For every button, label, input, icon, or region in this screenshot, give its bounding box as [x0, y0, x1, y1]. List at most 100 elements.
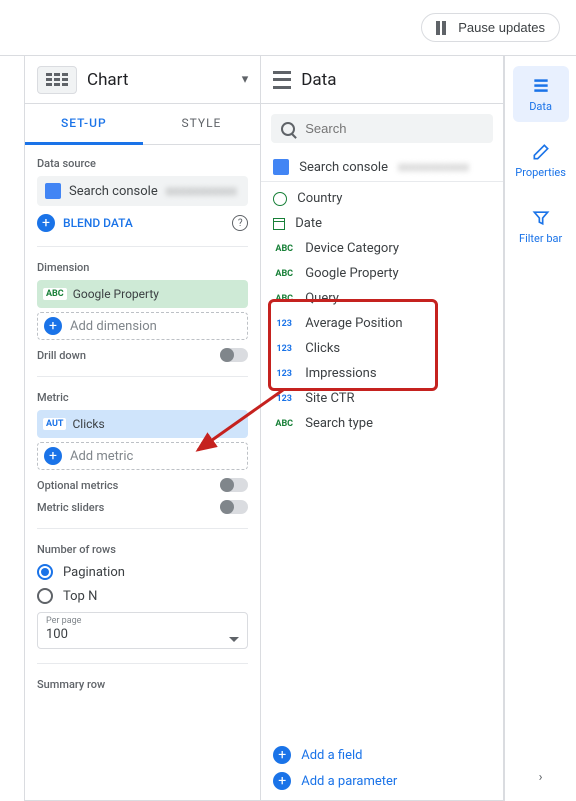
field-country[interactable]: Country	[261, 186, 503, 211]
text-icon: ABC	[273, 419, 295, 429]
rail-properties-label: Properties	[515, 166, 566, 179]
metric-label: Metric	[37, 391, 248, 404]
chevron-down-icon: ▾	[242, 72, 249, 87]
perpage-dropdown[interactable]: Per page 100	[37, 612, 248, 649]
field-site-ctr[interactable]: 123 Site CTR	[261, 386, 503, 411]
help-icon[interactable]: ?	[232, 215, 248, 231]
data-header: Data	[261, 56, 503, 104]
rail-data-button[interactable]: Data	[513, 66, 569, 122]
field-list: CountryDateABCDevice CategoryABCGoogle P…	[261, 182, 503, 440]
data-panel: Data Search console xxxxxxxxxxx Country D…	[261, 56, 504, 801]
drilldown-toggle[interactable]	[220, 348, 248, 362]
field-device-category[interactable]: ABCDevice Category	[261, 236, 503, 261]
number-icon: 123	[273, 394, 295, 404]
data-source-label: Data source	[37, 157, 248, 170]
dimension-value: Google Property	[73, 287, 159, 301]
pagination-radio-row[interactable]: Pagination	[37, 564, 248, 580]
plus-icon: +	[37, 214, 55, 232]
field-label: Country	[297, 191, 342, 206]
globe-icon	[273, 192, 287, 206]
field-average-position[interactable]: 123Average Position	[261, 311, 503, 336]
add-dimension[interactable]: + Add dimension	[37, 312, 248, 340]
text-icon: ABC	[273, 269, 295, 279]
search-icon	[281, 122, 295, 136]
search-box[interactable]	[271, 114, 493, 143]
abc-badge: ABC	[43, 288, 67, 300]
search-input[interactable]	[303, 120, 483, 137]
plus-icon: +	[44, 317, 62, 335]
data-actions: + Add a field + Add a parameter	[261, 736, 503, 800]
field-label: Impressions	[305, 366, 376, 381]
divider	[37, 663, 248, 664]
divider	[37, 528, 248, 529]
field-label: Date	[295, 216, 322, 231]
add-field-button[interactable]: + Add a field	[273, 746, 491, 764]
radio-selected[interactable]	[37, 564, 53, 580]
dimension-chip[interactable]: ABC Google Property	[37, 280, 248, 308]
field-date[interactable]: Date	[261, 211, 503, 236]
pagination-label: Pagination	[63, 565, 125, 580]
topn-label: Top N	[63, 589, 97, 604]
field-label: Clicks	[305, 341, 340, 356]
chart-setup-scroll[interactable]: Data source Search console xxxxxxxxxxx +…	[25, 145, 260, 800]
metric-sliders-toggle[interactable]	[220, 500, 248, 514]
number-icon: 123	[273, 369, 295, 379]
number-icon: 123	[273, 319, 295, 329]
chart-header[interactable]: Chart ▾	[25, 56, 260, 104]
blend-label: BLEND DATA	[63, 216, 224, 230]
add-parameter-button[interactable]: + Add a parameter	[273, 772, 491, 790]
table-icon	[46, 73, 68, 86]
metric-chip[interactable]: AUT Clicks	[37, 410, 248, 438]
chart-panel: Chart ▾ SET-UP STYLE Data source Search …	[24, 56, 261, 801]
redacted-text: xxxxxxxxxxx	[166, 184, 237, 199]
field-clicks[interactable]: 123 Clicks	[261, 336, 503, 361]
field-label: Device Category	[305, 241, 399, 256]
data-source-icon	[273, 159, 289, 175]
field-label: Query	[305, 291, 339, 306]
rail-data-label: Data	[529, 100, 552, 113]
divider	[37, 246, 248, 247]
pause-icon	[436, 21, 450, 35]
data-title: Data	[301, 70, 336, 90]
optional-metrics-label: Optional metrics	[37, 479, 118, 492]
funnel-icon	[531, 208, 551, 228]
perpage-value: 100	[46, 627, 68, 642]
metric-value: Clicks	[72, 417, 104, 431]
add-parameter-label: Add a parameter	[301, 774, 397, 789]
chart-type-icon[interactable]	[37, 66, 77, 94]
data-source-icon	[45, 183, 61, 199]
pause-label: Pause updates	[458, 20, 545, 35]
blend-data-row[interactable]: + BLEND DATA ?	[37, 214, 248, 232]
rail-properties-button[interactable]: Properties	[513, 132, 569, 188]
add-field-label: Add a field	[301, 748, 362, 763]
dimension-label: Dimension	[37, 261, 248, 274]
divider	[37, 376, 248, 377]
pencil-icon	[531, 142, 551, 162]
topn-radio-row[interactable]: Top N	[37, 588, 248, 604]
add-dimension-label: Add dimension	[70, 319, 157, 334]
redacted-text: xxxxxxxxxxx	[398, 160, 469, 175]
field-query[interactable]: ABCQuery	[261, 286, 503, 311]
aut-badge: AUT	[43, 418, 66, 430]
plus-icon: +	[273, 746, 291, 764]
field-impressions[interactable]: 123 Impressions	[261, 361, 503, 386]
tab-style[interactable]: STYLE	[143, 104, 261, 145]
rail-filterbar-button[interactable]: Filter bar	[513, 198, 569, 254]
add-metric[interactable]: + Add metric	[37, 442, 248, 470]
calendar-icon	[273, 218, 285, 230]
field-search-type[interactable]: ABCSearch type	[261, 411, 503, 436]
data-source-row[interactable]: Search console xxxxxxxxxxx	[261, 153, 503, 182]
number-icon: 123	[273, 344, 295, 354]
data-source-chip[interactable]: Search console xxxxxxxxxxx	[37, 176, 248, 206]
plus-icon: +	[273, 772, 291, 790]
expand-rail-button[interactable]: ›	[523, 754, 559, 801]
field-label: Google Property	[305, 266, 398, 281]
drilldown-label: Drill down	[37, 349, 86, 362]
tab-setup[interactable]: SET-UP	[25, 104, 143, 145]
pause-updates-button[interactable]: Pause updates	[421, 13, 560, 42]
dropdown-icon	[229, 637, 239, 642]
field-google-property[interactable]: ABC Google Property	[261, 261, 503, 286]
field-label: Site CTR	[305, 391, 354, 406]
radio-unselected[interactable]	[37, 588, 53, 604]
optional-metrics-toggle[interactable]	[220, 478, 248, 492]
